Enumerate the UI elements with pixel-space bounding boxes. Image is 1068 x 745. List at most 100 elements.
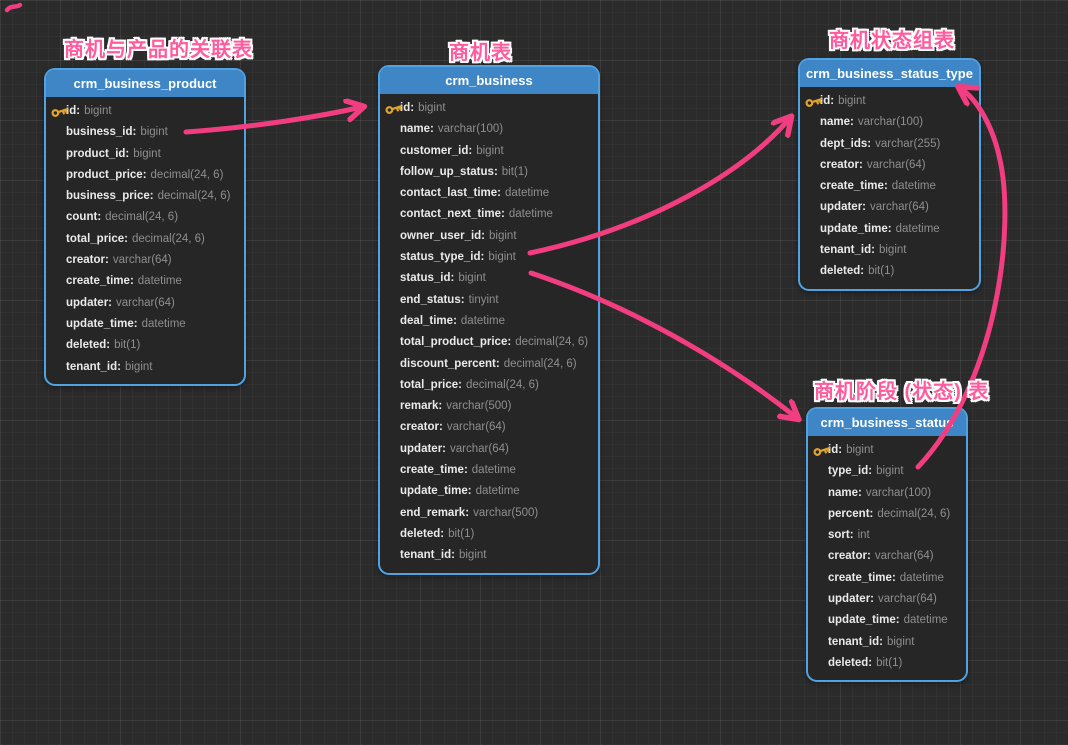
field-row-product_id[interactable]: product_idbigint [46,144,244,165]
field-row-update_time[interactable]: update_timedatetime [800,219,979,240]
table-title[interactable]: crm_business_status_type [800,60,979,87]
field-row-product_price[interactable]: product_pricedecimal(24, 6) [46,165,244,186]
field-row-business_price[interactable]: business_pricedecimal(24, 6) [46,186,244,207]
field-row-contact_last_time[interactable]: contact_last_timedatetime [380,183,598,204]
field-row-business_id[interactable]: business_idbigint [46,122,244,143]
field-type: bigint [489,230,517,242]
field-row-create_time[interactable]: create_timedatetime [380,460,598,481]
field-row-status_id[interactable]: status_idbigint [380,268,598,289]
field-row-end_remark[interactable]: end_remarkvarchar(500) [380,503,598,524]
field-row-remark[interactable]: remarkvarchar(500) [380,396,598,417]
field-row-tenant_id[interactable]: tenant_idbigint [808,632,966,653]
field-row-name[interactable]: namevarchar(100) [808,483,966,504]
field-row-customer_id[interactable]: customer_idbigint [380,141,598,162]
field-row-deleted[interactable]: deletedbit(1) [800,261,979,282]
field-type: datetime [138,275,182,287]
field-row-id[interactable]: idbigint [46,101,244,122]
table-crm_business_product[interactable]: crm_business_productidbigintbusiness_idb… [44,68,246,386]
table-title[interactable]: crm_business_product [46,70,244,97]
er-diagram-canvas[interactable]: 商机与产品的关联表crm_business_productidbigintbus… [0,0,1068,745]
field-row-id[interactable]: idbigint [808,440,966,461]
field-row-deal_time[interactable]: deal_timedatetime [380,311,598,332]
field-name: deleted [66,339,110,351]
field-row-total_product_price[interactable]: total_product_pricedecimal(24, 6) [380,332,598,353]
field-name: total_price [66,233,128,245]
table-crm_business_status_type[interactable]: crm_business_status_type idbigintnamevarc… [798,58,981,291]
field-row-tenant_id[interactable]: tenant_idbigint [380,545,598,566]
table-crm_business[interactable]: crm_business idbigintnamevarchar(100)cust… [378,65,600,575]
field-row-count[interactable]: countdecimal(24, 6) [46,207,244,228]
field-row-updater[interactable]: updatervarchar(64) [380,439,598,460]
field-type: varchar(64) [875,550,934,562]
field-row-id[interactable]: idbigint [380,98,598,119]
field-name: type_id [828,465,872,477]
table-title[interactable]: crm_business_status [808,409,966,436]
field-type: bigint [418,102,446,114]
field-type: varchar(64) [867,159,926,171]
field-type: bigint [838,95,866,107]
field-row-type_id[interactable]: type_idbigint [808,461,966,482]
field-row-deleted[interactable]: deletedbit(1) [808,653,966,674]
field-row-create_time[interactable]: create_timedatetime [800,176,979,197]
field-name: tenant_id [820,244,875,256]
field-name: contact_next_time [400,208,505,220]
field-type: bigint [125,361,153,373]
field-type: bigint [879,244,907,256]
field-type: datetime [142,318,186,330]
field-type: decimal(24, 6) [105,211,178,223]
field-type: decimal(24, 6) [158,190,231,202]
field-row-creator[interactable]: creatorvarchar(64) [808,546,966,567]
field-type: varchar(100) [866,487,931,499]
field-row-updater[interactable]: updatervarchar(64) [46,293,244,314]
field-row-total_price[interactable]: total_pricedecimal(24, 6) [46,229,244,250]
field-row-update_time[interactable]: update_timedatetime [46,314,244,335]
field-row-id[interactable]: idbigint [800,91,979,112]
table-field-list: idbigintbusiness_idbigintproduct_idbigin… [46,97,244,384]
field-row-sort[interactable]: sortint [808,525,966,546]
field-row-creator[interactable]: creatorvarchar(64) [380,417,598,438]
primary-key-icon [811,442,832,460]
field-row-creator[interactable]: creatorvarchar(64) [800,155,979,176]
field-row-follow_up_status[interactable]: follow_up_statusbit(1) [380,162,598,183]
field-row-create_time[interactable]: create_timedatetime [808,568,966,589]
field-name: product_id [66,148,129,160]
field-name: business_id [66,126,136,138]
table-crm_business_status[interactable]: crm_business_status idbiginttype_idbigint… [806,407,968,682]
field-name: contact_last_time [400,187,501,199]
field-row-update_time[interactable]: update_timedatetime [380,481,598,502]
field-row-total_price[interactable]: total_pricedecimal(24, 6) [380,375,598,396]
field-row-updater[interactable]: updatervarchar(64) [800,197,979,218]
field-row-deleted[interactable]: deletedbit(1) [380,524,598,545]
field-name: create_time [66,275,134,287]
field-row-percent[interactable]: percentdecimal(24, 6) [808,504,966,525]
field-row-contact_next_time[interactable]: contact_next_timedatetime [380,204,598,225]
field-row-status_type_id[interactable]: status_type_idbigint [380,247,598,268]
field-row-creator[interactable]: creatorvarchar(64) [46,250,244,271]
primary-key-icon [383,100,404,118]
field-name: deleted [400,528,444,540]
field-row-deleted[interactable]: deletedbit(1) [46,335,244,356]
field-row-tenant_id[interactable]: tenant_id bigint [800,240,979,261]
field-row-name[interactable]: namevarchar(100) [380,119,598,140]
field-type: tinyint [469,294,499,306]
field-row-update_time[interactable]: update_timedatetime [808,610,966,631]
field-row-dept_ids[interactable]: dept_idsvarchar(255) [800,134,979,155]
field-row-create_time[interactable]: create_time datetime [46,271,244,292]
field-type: varchar(64) [878,593,937,605]
field-row-owner_user_id[interactable]: owner_user_idbigint [380,226,598,247]
stray-pen-mark [7,5,20,10]
field-type: decimal(24, 6) [504,358,577,370]
field-name: end_status [400,294,465,306]
field-row-end_status[interactable]: end_status tinyint [380,290,598,311]
field-type: datetime [461,315,505,327]
field-type: int [858,529,870,541]
field-row-updater[interactable]: updatervarchar(64) [808,589,966,610]
field-row-tenant_id[interactable]: tenant_idbigint [46,357,244,378]
field-name: create_time [820,180,888,192]
field-type: bit(1) [876,657,902,669]
field-row-name[interactable]: namevarchar(100) [800,112,979,133]
table-title[interactable]: crm_business [380,67,598,94]
field-type: decimal(24, 6) [877,508,950,520]
field-row-discount_percent[interactable]: discount_percentdecimal(24, 6) [380,354,598,375]
table-annotation-label: 商机阶段 (状态) 表 [814,375,989,404]
